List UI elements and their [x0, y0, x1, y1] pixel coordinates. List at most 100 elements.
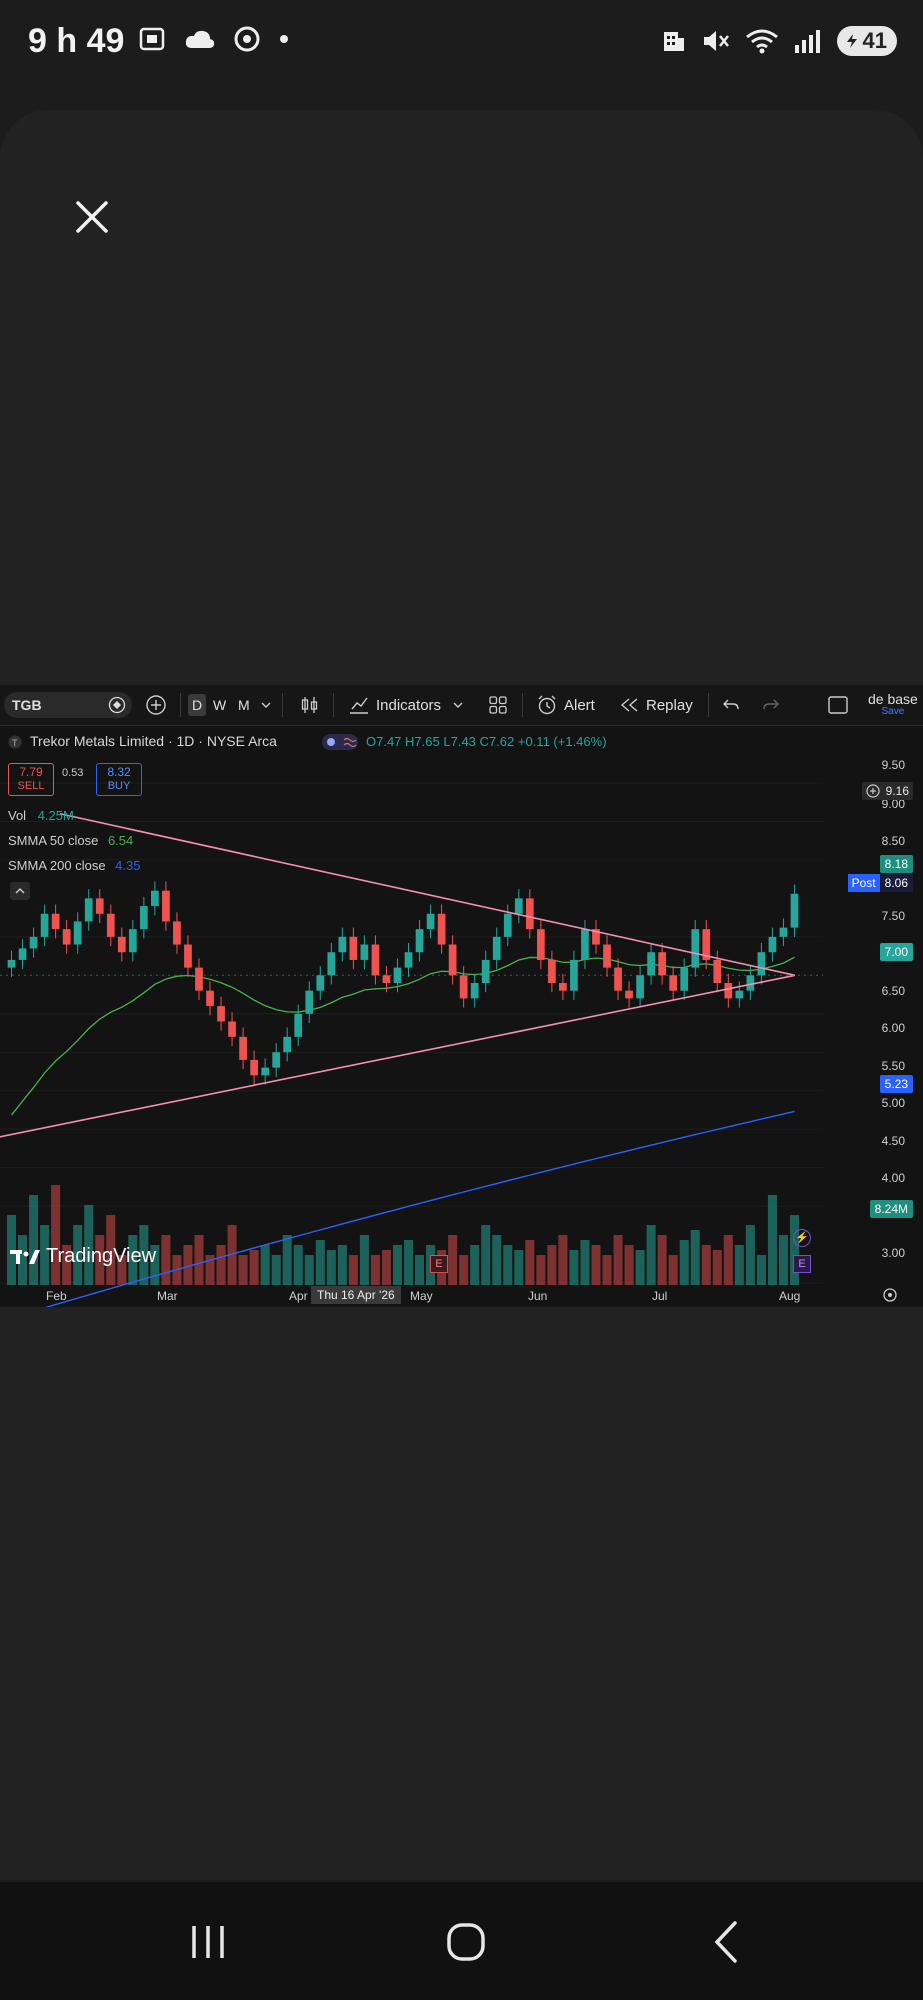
lightning-event-icon[interactable]: ⚡ [793, 1229, 811, 1247]
candle-body [658, 952, 667, 976]
volume-bar [646, 1225, 656, 1285]
buy-button[interactable]: 8.32 BUY [96, 763, 142, 796]
tradingview-chart: TGB D W M Indicators Alert Replay de bas… [0, 685, 923, 1307]
fullscreen-square-icon[interactable] [828, 696, 848, 714]
y-tick: 3.00 [881, 1246, 905, 1260]
y-tick: 8.50 [881, 834, 905, 848]
candle-body [261, 1067, 270, 1076]
candle-body [294, 1013, 303, 1037]
hotel-icon [663, 32, 684, 51]
replay-button[interactable]: Replay [620, 685, 693, 725]
volume-bar [271, 1255, 281, 1285]
legend-collapse-button[interactable] [10, 882, 30, 900]
home-button[interactable] [436, 1912, 496, 1972]
layout-grid-icon[interactable] [488, 695, 508, 715]
candle-body [459, 975, 468, 999]
candle-body [669, 975, 678, 991]
volume-bar [326, 1250, 336, 1285]
candle-body [525, 898, 534, 930]
smma50-legend[interactable]: SMMA 50 close 6.54 [8, 833, 133, 848]
volume-bar [657, 1235, 667, 1285]
x-tick: Jul [652, 1289, 668, 1303]
candle-body [448, 944, 457, 976]
back-button[interactable] [696, 1912, 756, 1972]
candle-body [437, 913, 446, 945]
x-tick: Mar [157, 1289, 178, 1303]
volume-bar [481, 1225, 491, 1285]
chrome-icon [234, 26, 260, 52]
price-chart-canvas[interactable] [0, 727, 923, 1307]
smma200-legend[interactable]: SMMA 200 close 4.35 [8, 858, 140, 873]
volume-bar [315, 1240, 325, 1285]
crosshair-price-tag[interactable]: 9.16 [861, 782, 913, 800]
candle-body [106, 913, 115, 937]
tradingview-logo[interactable]: TradingView [10, 1245, 156, 1268]
symbol-label: TGB [12, 697, 42, 713]
add-alert-icon [866, 784, 880, 798]
separator [180, 693, 181, 717]
volume-bar [415, 1255, 425, 1285]
alert-button[interactable]: Alert [536, 685, 595, 725]
recent-apps-button[interactable] [178, 1912, 238, 1972]
symbol-search[interactable]: TGB [4, 692, 132, 718]
compare-add-icon[interactable] [145, 694, 167, 716]
logo-text: TradingView [46, 1245, 157, 1267]
candles-icon[interactable] [300, 695, 320, 715]
interval-m-button[interactable]: M [238, 685, 250, 725]
volume-bar [304, 1255, 314, 1285]
earnings-marker[interactable]: E [793, 1255, 811, 1273]
candle-body [404, 952, 413, 968]
volume-bar [602, 1255, 612, 1285]
y-tick: 9.50 [881, 758, 905, 772]
candle-body [40, 913, 49, 937]
candle-body [647, 952, 655, 976]
volume-bar [701, 1245, 711, 1285]
volume-bar [635, 1250, 645, 1285]
redo-icon[interactable] [762, 697, 780, 713]
candle-body [29, 936, 38, 949]
chevron-down-icon[interactable] [261, 700, 271, 710]
smma200-price-tag: 5.23 [879, 1075, 913, 1093]
volume-bar [459, 1255, 469, 1285]
y-tick: 5.00 [881, 1096, 905, 1110]
candle-body [503, 913, 512, 937]
indicators-button[interactable]: Indicators [348, 685, 463, 725]
status-bar: 9 h 49 41 [0, 0, 923, 90]
volume-bar [690, 1230, 700, 1285]
volume-legend[interactable]: Vol 4.25M [8, 808, 74, 823]
candle-body [51, 913, 60, 930]
undo-icon[interactable] [722, 697, 740, 713]
candle-body [139, 906, 148, 930]
candle-body [481, 959, 490, 983]
volume-bar [503, 1245, 513, 1285]
battery-indicator: 41 [836, 26, 897, 56]
volume-bar [381, 1250, 391, 1285]
volume-bar [569, 1250, 579, 1285]
chart-settings-icon[interactable] [882, 1287, 898, 1303]
market-status-icon[interactable] [322, 734, 358, 750]
volume-bar [238, 1255, 248, 1285]
interval-w-button[interactable]: W [213, 685, 226, 725]
candle-body [349, 936, 358, 960]
volume-bar [282, 1235, 292, 1285]
indicators-icon [350, 697, 368, 714]
layout-save-button[interactable]: de base Save [868, 685, 918, 725]
candle-body [603, 944, 611, 968]
interval-d-button[interactable]: D [188, 685, 207, 725]
earnings-marker[interactable]: E [430, 1255, 448, 1273]
candle-body [536, 929, 545, 960]
candle-body [206, 990, 214, 1007]
close-icon[interactable] [70, 195, 114, 239]
volume-bar [370, 1255, 380, 1285]
separator [333, 693, 334, 717]
candle-body [128, 929, 137, 953]
volume-bar [51, 1185, 61, 1285]
sell-button[interactable]: 7.79 SELL [8, 763, 54, 796]
notification-icons [138, 26, 290, 52]
candle-body [691, 929, 700, 968]
volume-bar [558, 1235, 568, 1285]
y-tick: 4.00 [881, 1171, 905, 1185]
candle-body [151, 890, 159, 907]
candle-body [470, 983, 479, 999]
symbol-title[interactable]: Trekor Metals Limited · 1D · NYSE Arca [30, 733, 277, 749]
